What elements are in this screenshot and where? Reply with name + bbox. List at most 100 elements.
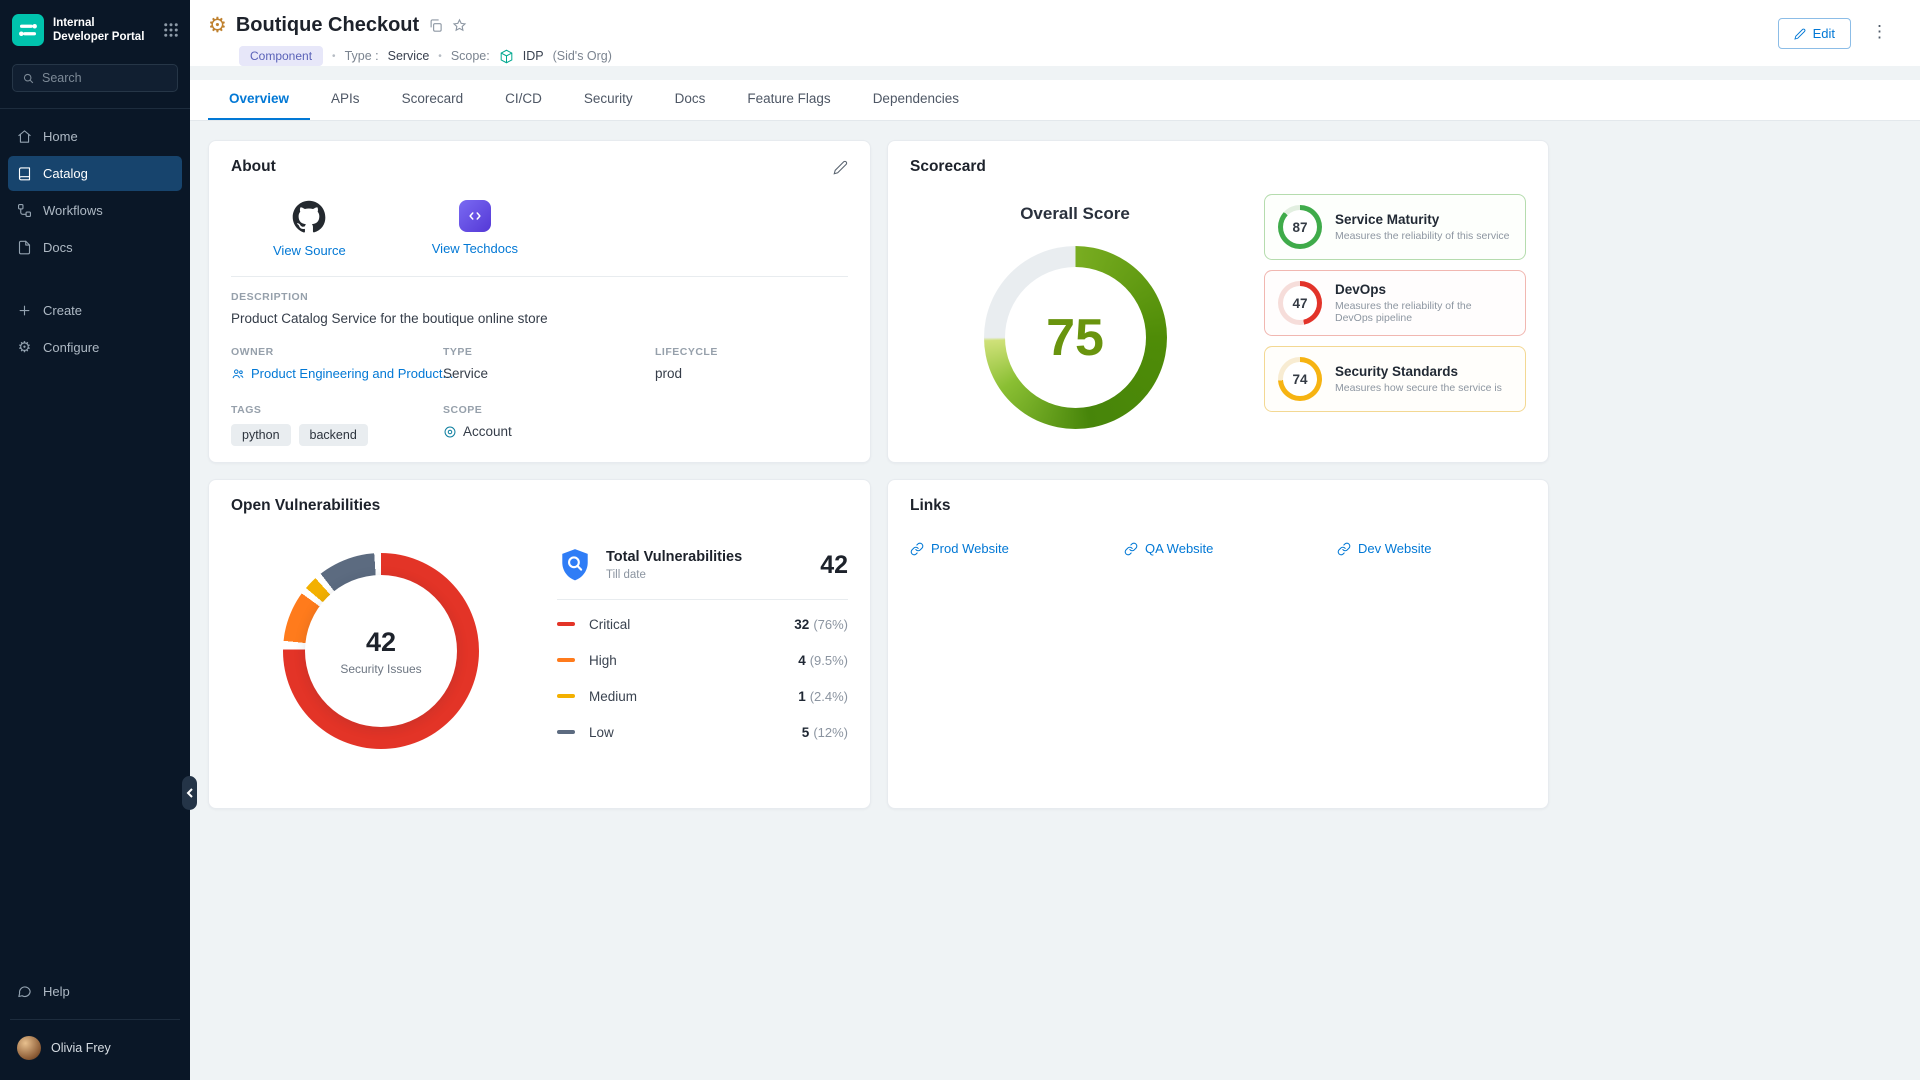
sidebar-item-create[interactable]: Create [8,293,182,328]
more-options-icon[interactable]: ⋮ [1865,18,1894,46]
link-icon [1124,542,1138,556]
tag-backend[interactable]: backend [299,424,368,446]
tags-label: TAGS [231,404,443,416]
tab-feature-flags[interactable]: Feature Flags [726,80,851,120]
sidebar-logo-row: Internal Developer Portal [0,0,190,58]
score-item-devops[interactable]: 47 DevOps Measures the reliability of th… [1264,270,1526,336]
description-block: DESCRIPTION Product Catalog Service for … [231,291,848,326]
scope-value: Account [463,424,512,439]
sidebar-item-home[interactable]: Home [8,119,182,154]
type-field: TYPE Service [443,346,655,381]
scope-label: Scope: [451,49,490,63]
score-desc: Measures the reliability of this service [1335,230,1510,242]
home-icon [17,129,32,144]
vulnerabilities-body: 42 Security Issues Total Vulnerabilities… [231,515,848,750]
view-techdocs-link[interactable]: View Techdocs [432,241,518,256]
score-texts: Security Standards Measures how secure t… [1335,364,1502,394]
severity-pct: (12%) [813,725,848,740]
tab-bar: Overview APIs Scorecard CI/CD Security D… [190,80,1920,121]
severity-label: High [589,653,798,668]
security-issues-label: Security Issues [340,662,421,676]
link-icon [910,542,924,556]
type-value: Service [443,366,655,381]
about-card-head: About [231,158,848,176]
tab-cicd[interactable]: CI/CD [484,80,563,120]
book-icon [17,166,32,181]
overall-score-donut: 75 [984,246,1167,429]
tags-field: TAGS python backend [231,404,443,446]
edit-button[interactable]: Edit [1778,18,1851,49]
score-texts: Service Maturity Measures the reliabilit… [1335,212,1510,242]
severity-row-medium: Medium 1 (2.4%) [557,678,848,714]
lifecycle-field: LIFECYCLE prod [655,346,848,381]
scope-org: (Sid's Org) [553,49,612,63]
sidebar-item-label: Help [43,984,70,999]
links-card: Links Prod Website QA Website Dev Websit… [887,479,1549,809]
sidebar-item-help[interactable]: Help [8,974,182,1009]
header-actions: Edit ⋮ [1778,14,1894,66]
tab-overview[interactable]: Overview [208,80,310,120]
sidebar-item-workflows[interactable]: Workflows [8,193,182,228]
app-root: Internal Developer Portal Home Catalog [0,0,1920,1080]
tab-apis[interactable]: APIs [310,80,381,120]
score-item-service-maturity[interactable]: 87 Service Maturity Measures the reliabi… [1264,194,1526,260]
score-desc: Measures how secure the service is [1335,382,1502,394]
owner-field: OWNER Product Engineering and Product... [231,346,443,381]
plus-icon [17,303,32,318]
content-grid: About View Source View Techdocs [190,121,1920,1080]
group-icon [231,367,245,381]
score-item-security-standards[interactable]: 74 Security Standards Measures how secur… [1264,346,1526,412]
scope-value: IDP [523,49,544,63]
sidebar-search[interactable] [12,64,178,92]
copy-icon[interactable] [428,18,443,33]
document-icon [17,240,32,255]
app-switcher-icon[interactable] [162,21,180,39]
help-chat-icon [17,984,32,999]
component-gear-icon: ⚙ [208,15,227,36]
severity-pct: (76%) [813,617,848,632]
user-menu[interactable]: Olivia Frey [8,1030,182,1066]
scope-cube-icon [499,49,514,64]
about-links: View Source View Techdocs [273,200,848,258]
techdocs-icon [459,200,491,232]
about-title: About [231,158,276,176]
view-source-link[interactable]: View Source [273,243,346,258]
app-logo[interactable] [12,14,44,46]
sidebar-collapse-handle[interactable] [182,776,197,810]
sidebar-user-divider [10,1019,180,1020]
sidebar-item-label: Configure [43,340,99,355]
header-left: ⚙ Boutique Checkout Component • Type : S… [208,14,612,66]
link-label: Dev Website [1358,541,1431,556]
app-title: Internal Developer Portal [53,16,153,45]
vulnerabilities-donut-center: 42 Security Issues [283,553,479,749]
score-name: Security Standards [1335,364,1502,379]
sidebar-nav: Home Catalog Workflows Docs Create ⚙ Co [0,119,190,365]
owner-link[interactable]: Product Engineering and Product... [231,366,443,381]
search-input[interactable] [42,71,152,85]
sidebar-item-catalog[interactable]: Catalog [8,156,182,191]
separator-dot: • [438,51,442,62]
type-label: Type : [345,49,379,63]
overall-score-block: Overall Score 75 [910,190,1240,429]
tab-security[interactable]: Security [563,80,654,120]
link-label: Prod Website [931,541,1009,556]
severity-row-low: Low 5 (12%) [557,714,848,750]
star-icon[interactable] [452,18,467,33]
vulnerabilities-donut: 42 Security Issues [283,553,479,749]
tab-docs[interactable]: Docs [654,80,727,120]
sidebar-item-docs[interactable]: Docs [8,230,182,265]
link-dev-website[interactable]: Dev Website [1337,541,1526,556]
link-qa-website[interactable]: QA Website [1124,541,1337,556]
tag-python[interactable]: python [231,424,291,446]
gear-icon: ⚙ [17,340,32,355]
medium-dash-icon [557,694,575,698]
description-value: Product Catalog Service for the boutique… [231,311,848,326]
score-value: 87 [1278,205,1322,249]
link-prod-website[interactable]: Prod Website [910,541,1124,556]
title-row: ⚙ Boutique Checkout [208,14,612,37]
sidebar-item-configure[interactable]: ⚙ Configure [8,330,182,365]
severity-count: 5 [802,725,810,740]
tab-dependencies[interactable]: Dependencies [852,80,980,120]
edit-about-icon[interactable] [833,160,848,175]
tab-scorecard[interactable]: Scorecard [381,80,485,120]
